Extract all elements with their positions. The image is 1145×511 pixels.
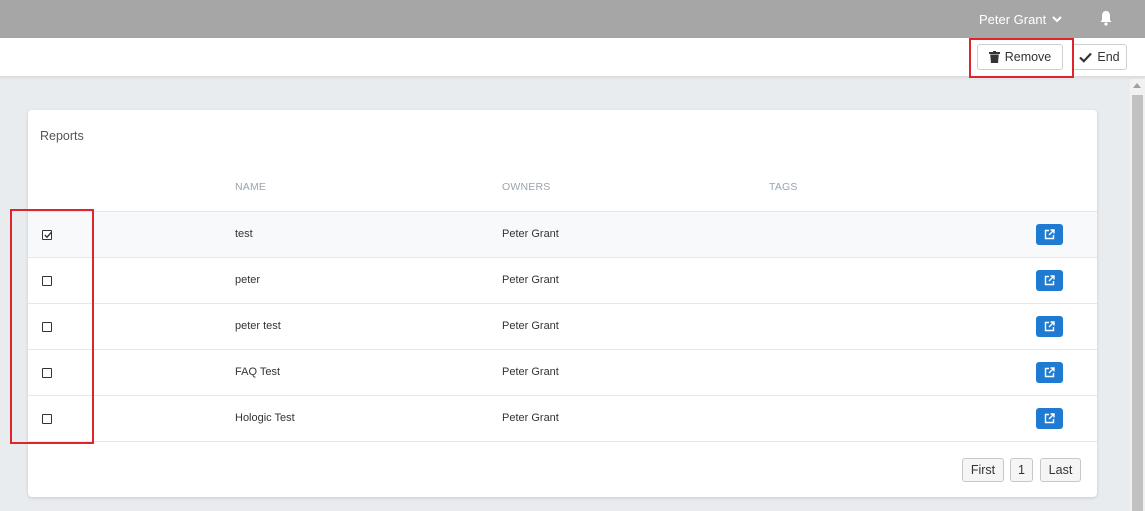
check-icon [1079,52,1093,63]
trash-icon [988,51,1000,63]
table-row[interactable]: Hologic Test Peter Grant [28,395,1097,441]
report-owner: Peter Grant [502,320,559,332]
report-owner: Peter Grant [502,412,559,424]
table-row[interactable]: peter test Peter Grant [28,303,1097,349]
report-name: FAQ Test [235,366,281,378]
user-menu[interactable]: Peter Grant [979,0,1063,38]
scroll-up-arrow[interactable] [1133,83,1141,88]
chevron-down-icon [1051,13,1063,25]
open-report-button[interactable] [1036,316,1063,337]
end-button[interactable]: End [1072,44,1127,70]
report-name: peter test [235,320,281,332]
row-checkbox[interactable] [42,322,52,332]
pagination-first-button[interactable]: First [962,458,1004,482]
action-toolbar: Remove End [0,38,1145,77]
row-checkbox[interactable] [42,230,53,240]
card-title: Reports [40,129,84,143]
report-owner: Peter Grant [502,274,559,286]
report-owner: Peter Grant [502,228,559,240]
table-row[interactable]: test Peter Grant [28,211,1097,257]
pagination-page-button[interactable]: 1 [1010,458,1033,482]
open-report-button[interactable] [1036,270,1063,291]
report-owner: Peter Grant [502,366,559,378]
table-row[interactable]: FAQ Test Peter Grant [28,349,1097,395]
report-name: test [235,228,253,240]
report-name: Hologic Test [235,412,295,424]
remove-button[interactable]: Remove [977,44,1063,70]
column-header-name: NAME [235,181,267,193]
row-checkbox[interactable] [42,414,52,424]
external-link-icon [1044,229,1055,240]
column-header-tags: TAGS [769,181,798,193]
row-checkbox[interactable] [42,368,52,378]
table-row[interactable]: peter Peter Grant [28,257,1097,303]
report-name: peter [235,274,261,286]
scrollbar-thumb[interactable] [1132,95,1143,511]
row-checkbox[interactable] [42,276,52,286]
bell-icon[interactable] [1099,10,1113,26]
table-divider [28,441,1097,442]
external-link-icon [1044,367,1055,378]
top-navigation-bar: Peter Grant [0,0,1145,38]
user-name: Peter Grant [979,11,1047,27]
external-link-icon [1044,321,1055,332]
reports-card: Reports NAME OWNERS TAGS test Peter Gran… [28,110,1097,497]
check-icon [44,231,53,239]
open-report-button[interactable] [1036,408,1063,429]
column-header-owners: OWNERS [502,181,551,193]
end-button-label: End [1097,50,1120,64]
open-report-button[interactable] [1036,224,1063,245]
external-link-icon [1044,275,1055,286]
open-report-button[interactable] [1036,362,1063,383]
pagination-last-button[interactable]: Last [1040,458,1081,482]
external-link-icon [1044,413,1055,424]
remove-button-label: Remove [1004,50,1052,64]
